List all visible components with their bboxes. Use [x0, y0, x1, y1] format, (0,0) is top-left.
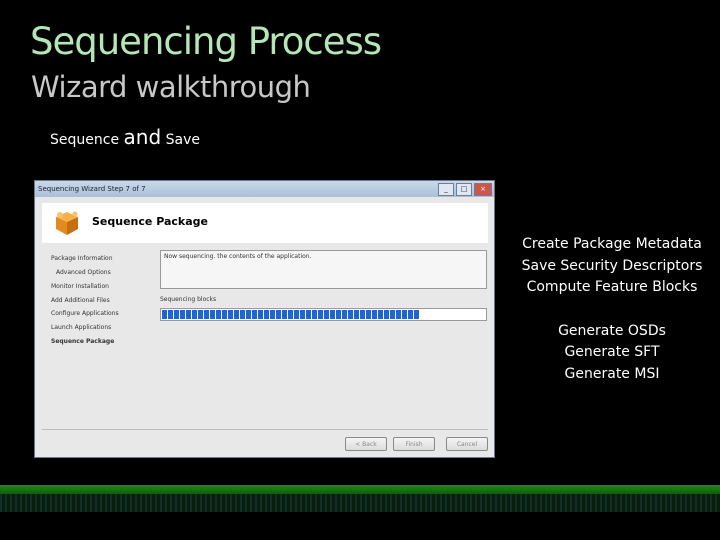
header-title: Sequence Package — [92, 215, 208, 228]
step-create-package-metadata: Create Package Metadata — [522, 236, 702, 252]
nav-item-launch-applications[interactable]: Launch Applications — [51, 324, 111, 331]
progress-bar — [160, 308, 487, 321]
nav-item-advanced-options[interactable]: Advanced Options — [56, 269, 111, 276]
maximize-button[interactable]: □ — [456, 183, 472, 196]
slide-title: Sequencing Process — [30, 20, 382, 63]
nav-item-sequence-package[interactable]: Sequence Package — [51, 338, 114, 345]
nav-item-configure-applications[interactable]: Configure Applications — [51, 310, 119, 317]
step-generate-osds: Generate OSDs — [558, 322, 666, 339]
step-generate-msi: Generate MSI — [564, 365, 660, 382]
close-button[interactable]: × — [474, 183, 492, 196]
window-controls: _ □ × — [438, 183, 492, 196]
title-bar: Sequencing Wizard Step 7 of 7 _ □ × — [35, 181, 494, 197]
finish-button[interactable]: Finish — [393, 437, 435, 451]
caption-save: Save — [161, 132, 200, 148]
progress-label: Sequencing blocks — [160, 296, 217, 303]
footer-texture — [0, 494, 720, 512]
minimize-button[interactable]: _ — [438, 183, 454, 196]
caption-sequence: Sequence — [50, 132, 124, 148]
footer-divider — [42, 429, 488, 430]
slide-subtitle: Wizard walkthrough — [31, 70, 311, 104]
step-generate-sft: Generate SFT — [564, 344, 660, 360]
step-compute-feature-blocks: Compute Feature Blocks — [526, 279, 698, 295]
wizard-nav: Package Information Advanced Options Mon… — [42, 243, 154, 426]
nav-item-package-information[interactable]: Package Information — [51, 255, 113, 262]
status-textbox[interactable]: Now sequencing. the contents of the appl… — [160, 250, 487, 289]
nav-item-add-additional-files[interactable]: Add Additional Files — [51, 297, 110, 304]
wizard-header: Sequence Package — [42, 203, 488, 243]
wizard-window: Sequencing Wizard Step 7 of 7 _ □ × Sequ… — [34, 180, 495, 458]
step-save-security-descriptors: Save Security Descriptors — [521, 257, 703, 274]
window-title: Sequencing Wizard Step 7 of 7 — [38, 185, 146, 193]
caption-and: and — [123, 125, 162, 149]
steps-gap — [512, 299, 712, 321]
cancel-button[interactable]: Cancel — [446, 437, 488, 451]
footer-accent-bar — [0, 485, 720, 494]
slide-caption: Sequence and Save — [50, 125, 200, 149]
wizard-content: Now sequencing. the contents of the appl… — [153, 243, 488, 426]
steps-list: Create Package Metadata Save Security De… — [512, 234, 712, 385]
progress-fill — [162, 310, 421, 319]
back-button[interactable]: < Back — [345, 437, 387, 451]
package-logo-icon — [56, 211, 78, 235]
nav-item-monitor-installation[interactable]: Monitor Installation — [51, 283, 109, 290]
